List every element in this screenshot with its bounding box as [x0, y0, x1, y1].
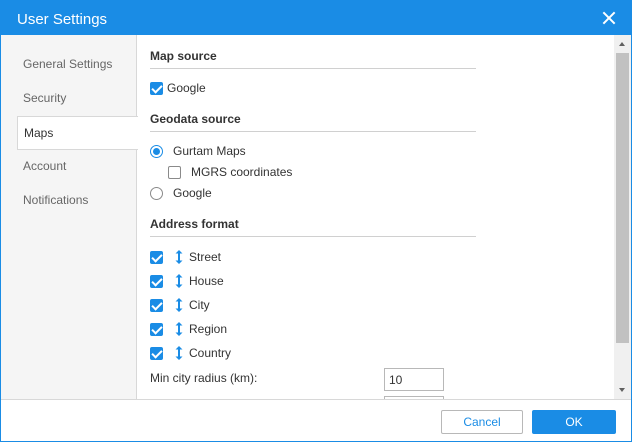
- address-format-heading: Address format: [150, 217, 476, 237]
- address-house-row: House: [150, 273, 224, 289]
- scrollbar-thumb[interactable]: [616, 53, 629, 343]
- address-street-checkbox[interactable]: [150, 250, 163, 264]
- drag-handle-icon[interactable]: [173, 273, 185, 289]
- address-house-label: House: [189, 274, 224, 288]
- geodata-gurtam-row: Gurtam Maps: [150, 144, 246, 158]
- drag-handle-icon[interactable]: [173, 297, 185, 313]
- user-settings-dialog: User Settings General Settings Security …: [0, 0, 632, 442]
- map-source-google-checkbox[interactable]: [150, 81, 163, 95]
- sidebar-item-notifications[interactable]: Notifications: [17, 183, 137, 217]
- content-scrollbar[interactable]: [614, 35, 631, 399]
- sidebar-item-account[interactable]: Account: [17, 149, 137, 183]
- map-source-heading: Map source: [150, 49, 476, 69]
- geodata-source-heading: Geodata source: [150, 112, 476, 132]
- maps-settings-panel: Map source Google Geodata source Gurtam …: [138, 35, 614, 399]
- drag-handle-icon[interactable]: [173, 321, 185, 337]
- geodata-google-label: Google: [173, 186, 212, 200]
- mgrs-coordinates-label: MGRS coordinates: [191, 165, 293, 179]
- address-country-label: Country: [189, 346, 232, 360]
- address-country-row: Country: [150, 345, 231, 361]
- close-icon[interactable]: [601, 10, 617, 26]
- min-city-radius-label: Min city radius (km):: [150, 371, 258, 385]
- geodata-gurtam-radio[interactable]: [150, 144, 163, 158]
- address-city-checkbox[interactable]: [150, 298, 163, 312]
- geodata-mgrs-row: MGRS coordinates: [168, 165, 292, 179]
- drag-handle-icon[interactable]: [173, 345, 185, 361]
- scroll-down-arrow-icon[interactable]: [614, 382, 631, 399]
- min-city-radius-input[interactable]: [384, 368, 444, 391]
- address-city-label: City: [189, 298, 210, 312]
- geodata-google-row: Google: [150, 186, 212, 200]
- dialog-footer: Cancel OK: [1, 399, 631, 441]
- sidebar-item-general-settings[interactable]: General Settings: [17, 47, 137, 81]
- address-country-checkbox[interactable]: [150, 346, 163, 360]
- address-street-row: Street: [150, 249, 221, 265]
- address-region-label: Region: [189, 322, 228, 336]
- geodata-google-radio[interactable]: [150, 186, 163, 200]
- dialog-titlebar: User Settings: [1, 1, 631, 35]
- sidebar-item-security[interactable]: Security: [17, 81, 137, 115]
- address-street-label: Street: [189, 250, 222, 264]
- ok-button[interactable]: OK: [532, 410, 616, 434]
- address-region-row: Region: [150, 321, 227, 337]
- map-source-google-row: Google: [150, 81, 206, 95]
- address-region-checkbox[interactable]: [150, 322, 163, 336]
- drag-handle-icon[interactable]: [173, 249, 185, 265]
- mgrs-coordinates-checkbox[interactable]: [168, 165, 181, 179]
- geodata-gurtam-label: Gurtam Maps: [173, 144, 246, 158]
- sidebar-item-maps[interactable]: Maps: [17, 116, 138, 150]
- address-house-checkbox[interactable]: [150, 274, 163, 288]
- dialog-title: User Settings: [17, 11, 108, 28]
- settings-sidebar: General Settings Security Maps Account N…: [1, 35, 138, 399]
- scroll-up-arrow-icon[interactable]: [614, 35, 631, 52]
- address-city-row: City: [150, 297, 210, 313]
- cancel-button[interactable]: Cancel: [441, 410, 523, 434]
- map-source-google-label: Google: [167, 81, 206, 95]
